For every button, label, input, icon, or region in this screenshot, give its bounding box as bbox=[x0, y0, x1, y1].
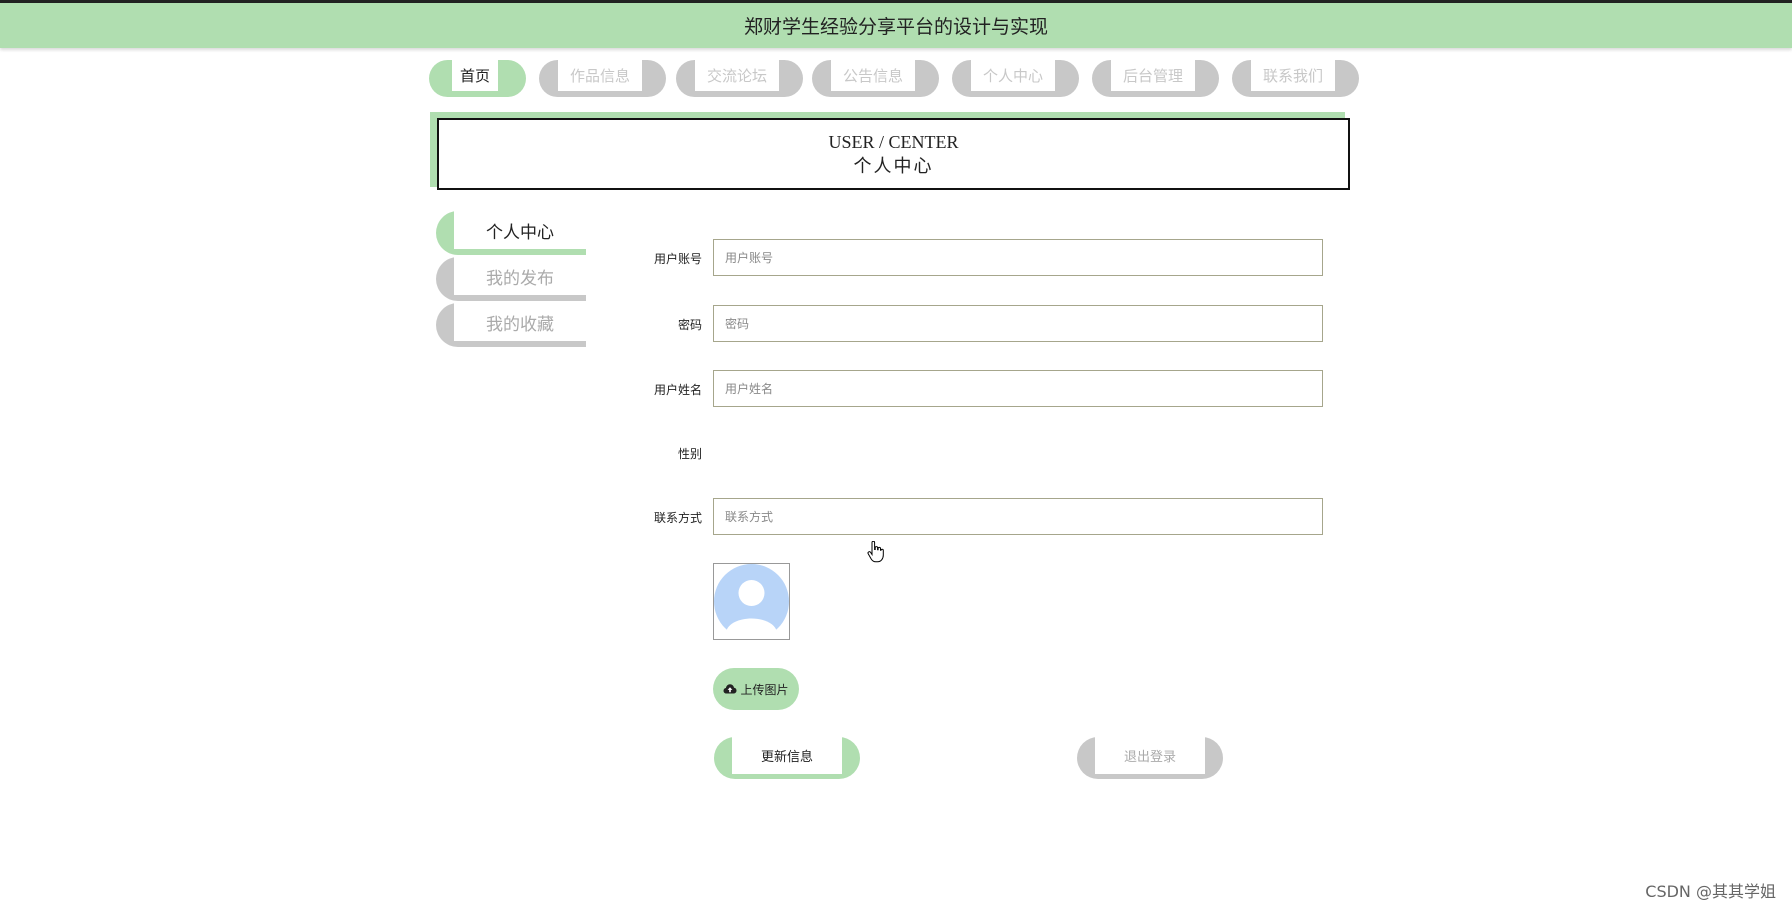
logout-button[interactable]: 退出登录 bbox=[1077, 737, 1223, 779]
page-title-cn: 个人中心 bbox=[853, 156, 934, 176]
nav-user-center[interactable]: 个人中心 bbox=[952, 60, 1079, 97]
nav-admin[interactable]: 后台管理 bbox=[1092, 60, 1219, 97]
nav-admin-label: 后台管理 bbox=[1111, 60, 1195, 91]
update-button-label: 更新信息 bbox=[732, 737, 842, 774]
avatar-preview[interactable] bbox=[713, 563, 790, 640]
sidebar-item-my-favorites[interactable]: 我的收藏 bbox=[436, 303, 586, 347]
upload-button-label: 上传图片 bbox=[740, 682, 789, 697]
nav-works[interactable]: 作品信息 bbox=[539, 60, 666, 97]
sidebar-item-label: 我的收藏 bbox=[454, 303, 586, 341]
page-title-box: USER / CENTER 个人中心 bbox=[437, 118, 1350, 190]
update-info-button[interactable]: 更新信息 bbox=[714, 737, 860, 779]
gender-label: 性别 bbox=[677, 447, 702, 461]
nav-works-label: 作品信息 bbox=[558, 60, 642, 91]
site-header: 郑财学生经验分享平台的设计与实现 bbox=[0, 3, 1792, 48]
name-label: 用户姓名 bbox=[653, 383, 702, 397]
cloud-upload-icon bbox=[723, 684, 737, 694]
account-input[interactable] bbox=[713, 239, 1323, 276]
nav-home[interactable]: 首页 bbox=[429, 60, 526, 97]
nav-forum-label: 交流论坛 bbox=[695, 60, 779, 91]
watermark: CSDN @其其学姐 bbox=[1645, 882, 1776, 901]
password-input[interactable] bbox=[713, 305, 1323, 342]
nav-contact[interactable]: 联系我们 bbox=[1232, 60, 1359, 97]
nav-home-label: 首页 bbox=[452, 60, 498, 91]
nav-user-center-label: 个人中心 bbox=[971, 60, 1055, 91]
upload-image-button[interactable]: 上传图片 bbox=[713, 668, 799, 710]
account-label: 用户账号 bbox=[653, 252, 702, 266]
sidebar-item-my-posts[interactable]: 我的发布 bbox=[436, 257, 586, 301]
contact-label: 联系方式 bbox=[653, 511, 702, 525]
nav-contact-label: 联系我们 bbox=[1251, 60, 1335, 91]
logout-button-label: 退出登录 bbox=[1095, 737, 1205, 774]
nav-notices-label: 公告信息 bbox=[831, 60, 915, 91]
nav-notices[interactable]: 公告信息 bbox=[812, 60, 939, 97]
nav-forum[interactable]: 交流论坛 bbox=[676, 60, 803, 97]
sidebar-item-label: 我的发布 bbox=[454, 257, 586, 295]
sidebar-item-user-center[interactable]: 个人中心 bbox=[436, 211, 586, 255]
user-silhouette-icon bbox=[714, 564, 789, 639]
site-title: 郑财学生经验分享平台的设计与实现 bbox=[743, 16, 1048, 38]
page-title-en: USER / CENTER bbox=[828, 132, 959, 152]
hand-pointer-icon bbox=[867, 541, 884, 563]
contact-input[interactable] bbox=[713, 498, 1323, 535]
password-label: 密码 bbox=[677, 318, 702, 332]
sidebar-item-label: 个人中心 bbox=[454, 211, 586, 249]
name-input[interactable] bbox=[713, 370, 1323, 407]
